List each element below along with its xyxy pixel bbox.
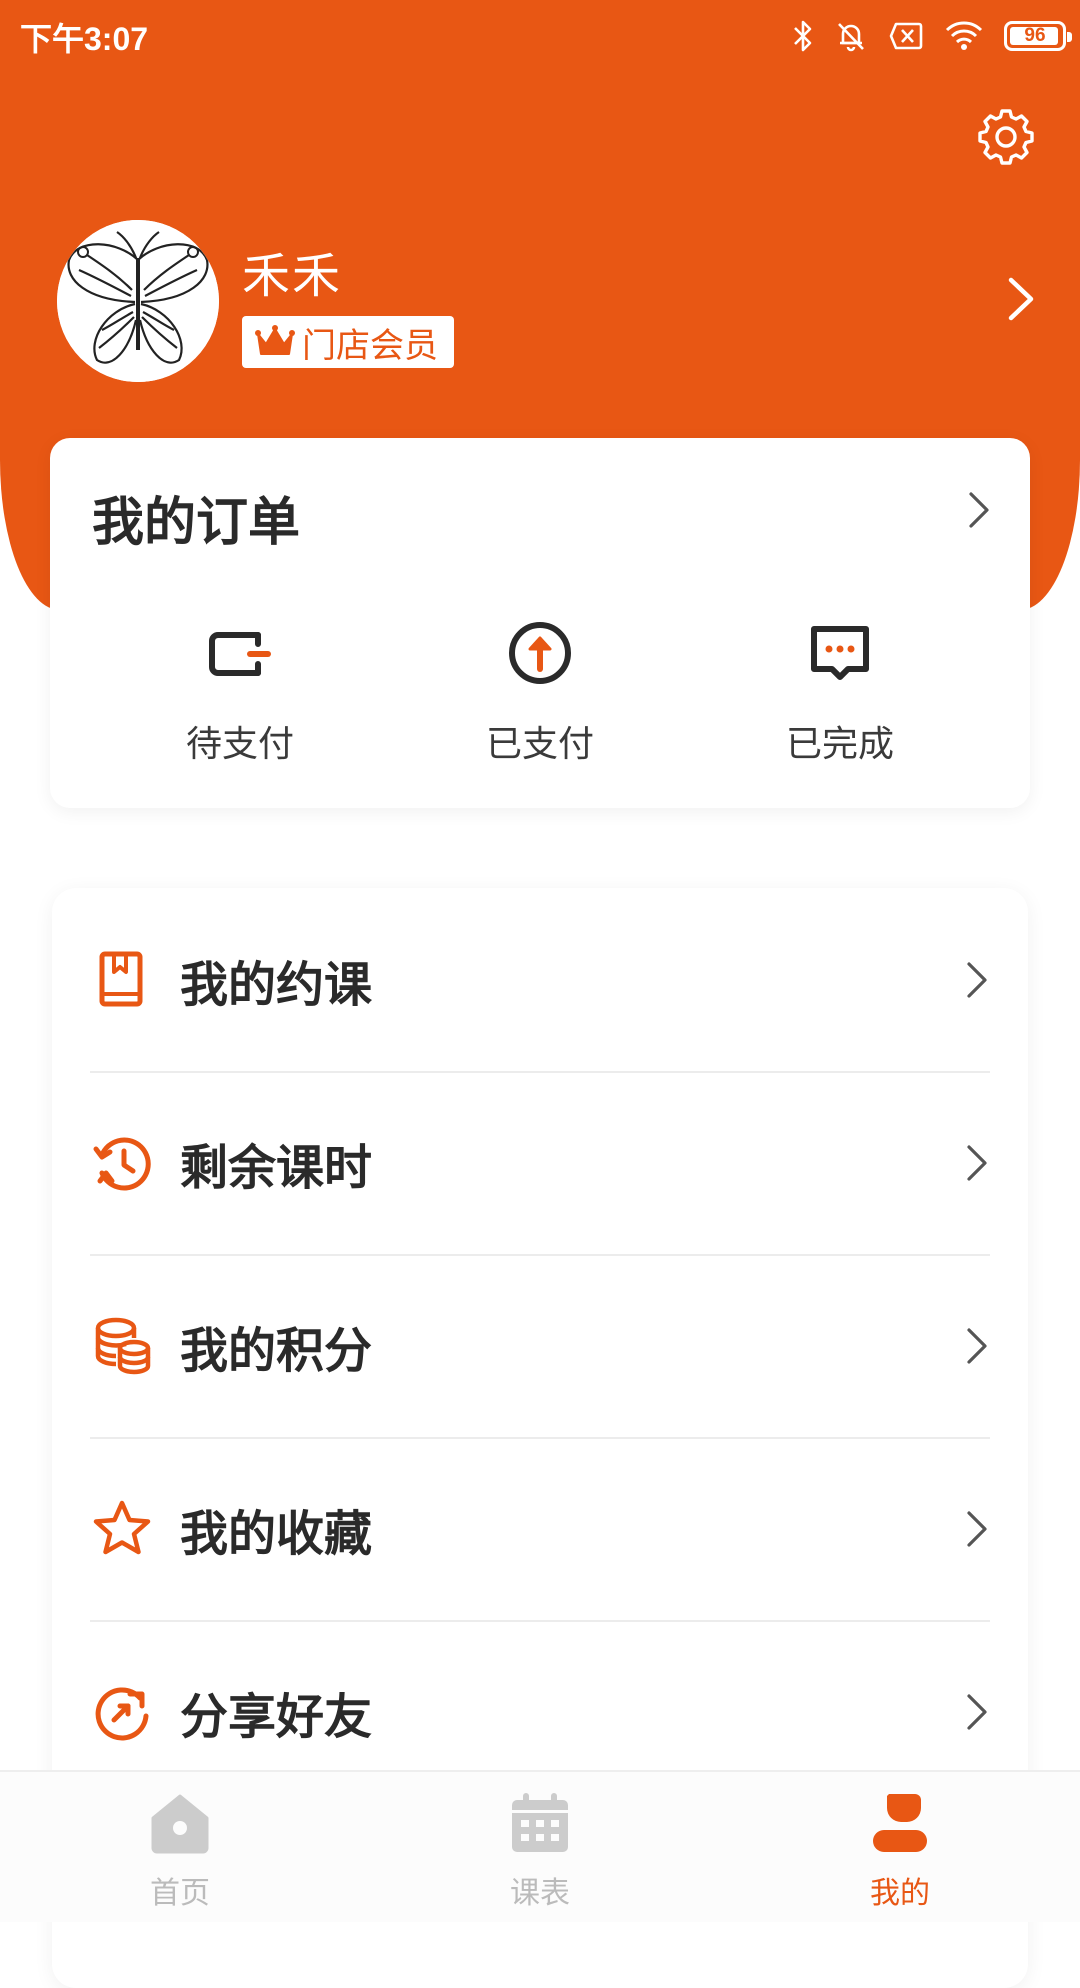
battery-indicator: 96 <box>1004 21 1072 51</box>
menu-item-my-bookings[interactable]: 我的约课 <box>90 888 990 1073</box>
tab-mine-label: 我的 <box>870 1876 930 1911</box>
menu-item-remaining-hours[interactable]: 剩余课时 <box>90 1071 990 1256</box>
chevron-right-icon <box>967 1327 987 1364</box>
orders-title[interactable]: 我的订单 <box>92 480 300 555</box>
book-icon <box>99 951 143 1006</box>
status-icons: 96 <box>792 14 1072 58</box>
orders-card: 我的订单 待支付 已支付 已完成 <box>50 438 1030 808</box>
chevron-right-icon <box>967 1693 987 1730</box>
order-pending-label: 待支付 <box>185 724 294 765</box>
chevron-right-icon <box>967 961 987 998</box>
calendar-icon <box>512 1793 568 1852</box>
avatar[interactable] <box>57 220 219 382</box>
bluetooth-icon <box>794 20 812 52</box>
crown-icon <box>255 325 295 355</box>
menu-item-favorites[interactable]: 我的收藏 <box>90 1437 990 1622</box>
order-completed-label: 已完成 <box>785 724 894 765</box>
menu-item-label: 我的积分 <box>180 1322 373 1379</box>
wifi-icon <box>945 21 983 50</box>
order-paid[interactable]: 已支付 <box>440 613 640 767</box>
status-bar: 下午3:07 96 <box>0 0 1080 72</box>
butterfly-avatar-image <box>57 220 219 382</box>
member-badge: 门店会员 <box>242 316 454 368</box>
sim-disabled-icon <box>889 22 923 50</box>
coins-stack-icon <box>95 1317 151 1374</box>
user-icon <box>873 1794 927 1852</box>
order-pending-payment[interactable]: 待支付 <box>140 613 340 767</box>
order-paid-label: 已支付 <box>485 724 594 765</box>
status-time: 下午3:07 <box>20 21 149 57</box>
menu-item-label: 剩余课时 <box>180 1139 373 1196</box>
menu-item-my-points[interactable]: 我的积分 <box>90 1254 990 1439</box>
clock-history-icon <box>93 1137 151 1190</box>
settings-gear-icon[interactable] <box>976 105 1036 165</box>
share-refresh-icon <box>95 1686 149 1740</box>
tab-home[interactable]: 首页 <box>80 1790 280 1912</box>
order-completed[interactable]: 已完成 <box>740 613 940 767</box>
star-icon <box>93 1500 151 1554</box>
tab-schedule-label: 课表 <box>510 1876 570 1911</box>
orders-chevron-right-icon[interactable] <box>964 488 994 532</box>
wallet-icon <box>209 632 271 676</box>
user-name[interactable]: 禾禾 <box>242 236 342 306</box>
menu-item-label: 分享好友 <box>180 1688 373 1745</box>
tab-mine[interactable]: 我的 <box>800 1790 1000 1912</box>
chevron-right-icon <box>967 1144 987 1181</box>
menu-item-label: 我的收藏 <box>180 1505 373 1562</box>
profile-chevron-right-icon[interactable] <box>1003 274 1039 324</box>
tab-home-label: 首页 <box>150 1876 210 1911</box>
menu-item-label: 我的约课 <box>180 956 373 1013</box>
member-badge-label: 门店会员 <box>302 325 438 366</box>
arrow-up-circle-icon <box>509 622 571 684</box>
bell-muted-icon <box>838 23 864 52</box>
battery-level: 96 <box>1024 25 1046 46</box>
chevron-right-icon <box>967 1510 987 1547</box>
tab-schedule[interactable]: 课表 <box>440 1790 640 1912</box>
bottom-tab-bar: 首页 课表 我的 <box>0 1770 1080 1922</box>
home-icon <box>151 1794 209 1854</box>
message-dots-icon <box>811 626 869 680</box>
